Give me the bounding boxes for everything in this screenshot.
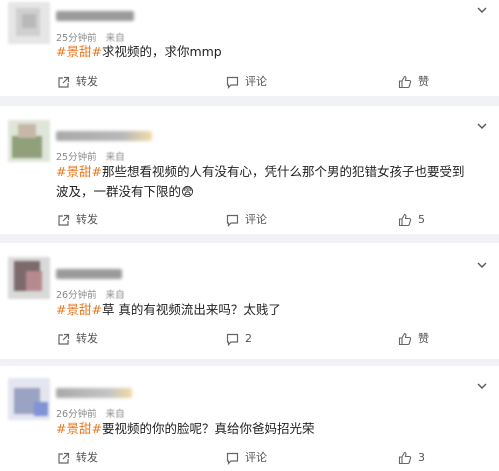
hashtag-link[interactable]: #景甜# [56,44,102,59]
comment-card: 26分钟前 来自 #景甜#草 真的有视频流出来吗？太贱了 转发 2 赞 [0,243,499,359]
comment-body: 求视频的，求你mmp [101,44,222,59]
thumbs-up-icon [398,451,412,465]
user-name[interactable] [56,269,122,279]
comment-label: 评论 [245,213,267,226]
comment-text: #景甜#要视频的你的脸呢？真给你爸妈招光荣 [56,419,476,439]
comment-button[interactable]: 2 [226,328,252,350]
avatar[interactable] [8,120,50,162]
repost-label: 转发 [76,75,98,88]
comment-body: 要视频的你的脸呢？真给你爸妈招光荣 [101,421,315,436]
repost-icon [58,452,70,464]
scared-emoji: 😨 [181,184,195,199]
chevron-down-icon[interactable] [475,3,489,17]
comment-text: #景甜#那些想看视频的人有没有心，凭什么那个男的犯错女孩子也要受到波及，一群没有… [56,162,476,202]
hashtag-link[interactable]: #景甜# [56,302,102,317]
comment-meta: 25分钟前 来自 [56,149,125,163]
comment-label: 评论 [245,451,267,464]
user-name[interactable] [56,388,132,398]
chevron-down-icon[interactable] [475,379,489,393]
hashtag-link[interactable]: #景甜# [56,164,102,179]
like-label: 3 [418,451,425,464]
like-label: 赞 [418,75,429,88]
like-button[interactable]: 3 [398,447,425,469]
comment-button[interactable]: 评论 [226,447,267,469]
action-bar: 转发 评论 3 [0,447,499,469]
comment-icon [226,333,239,346]
action-bar: 转发 评论 5 [0,209,499,231]
comment-meta: 26分钟前 来自 [56,406,125,420]
action-bar: 转发 2 赞 [0,328,499,350]
comment-label: 2 [245,332,252,345]
repost-button[interactable]: 转发 [57,328,98,350]
like-label: 赞 [418,332,429,345]
chevron-down-icon[interactable] [475,119,489,133]
like-button[interactable]: 5 [398,209,425,231]
repost-button[interactable]: 转发 [57,209,98,231]
repost-label: 转发 [76,451,98,464]
thumbs-up-icon [398,75,412,89]
like-button[interactable]: 赞 [398,71,429,93]
avatar[interactable] [8,2,50,44]
repost-icon [58,214,70,226]
thumbs-up-icon [398,213,412,227]
comment-icon [226,76,239,89]
like-button[interactable]: 赞 [398,328,429,350]
chevron-down-icon[interactable] [475,258,489,272]
repost-icon [58,333,70,345]
comment-card: 25分钟前 来自 #景甜#那些想看视频的人有没有心，凭什么那个男的犯错女孩子也要… [0,106,499,234]
like-label: 5 [418,213,425,226]
comment-card: 25分钟前 来自 #景甜#求视频的，求你mmp 转发 评论 赞 [0,0,499,96]
comment-body: 草 真的有视频流出来吗？太贱了 [101,302,281,317]
comment-card: 26分钟前 来自 #景甜#要视频的你的脸呢？真给你爸妈招光荣 转发 评论 3 [0,366,499,471]
comment-text: #景甜#草 真的有视频流出来吗？太贱了 [56,300,476,320]
comment-icon [226,452,239,465]
comment-body: 那些想看视频的人有没有心，凭什么那个男的犯错女孩子也要受到波及，一群没有下限的 [56,164,465,199]
repost-label: 转发 [76,213,98,226]
repost-icon [58,76,70,88]
comment-meta: 26分钟前 来自 [56,287,125,301]
avatar[interactable] [8,257,50,299]
user-name[interactable] [56,11,134,21]
repost-button[interactable]: 转发 [57,71,98,93]
repost-button[interactable]: 转发 [57,447,98,469]
comment-text: #景甜#求视频的，求你mmp [56,42,476,62]
comment-label: 评论 [245,75,267,88]
user-name[interactable] [56,131,152,141]
comment-button[interactable]: 评论 [226,209,267,231]
comment-icon [226,214,239,227]
action-bar: 转发 评论 赞 [0,71,499,93]
thumbs-up-icon [398,332,412,346]
repost-label: 转发 [76,332,98,345]
hashtag-link[interactable]: #景甜# [56,421,102,436]
avatar[interactable] [8,378,50,420]
comment-button[interactable]: 评论 [226,71,267,93]
